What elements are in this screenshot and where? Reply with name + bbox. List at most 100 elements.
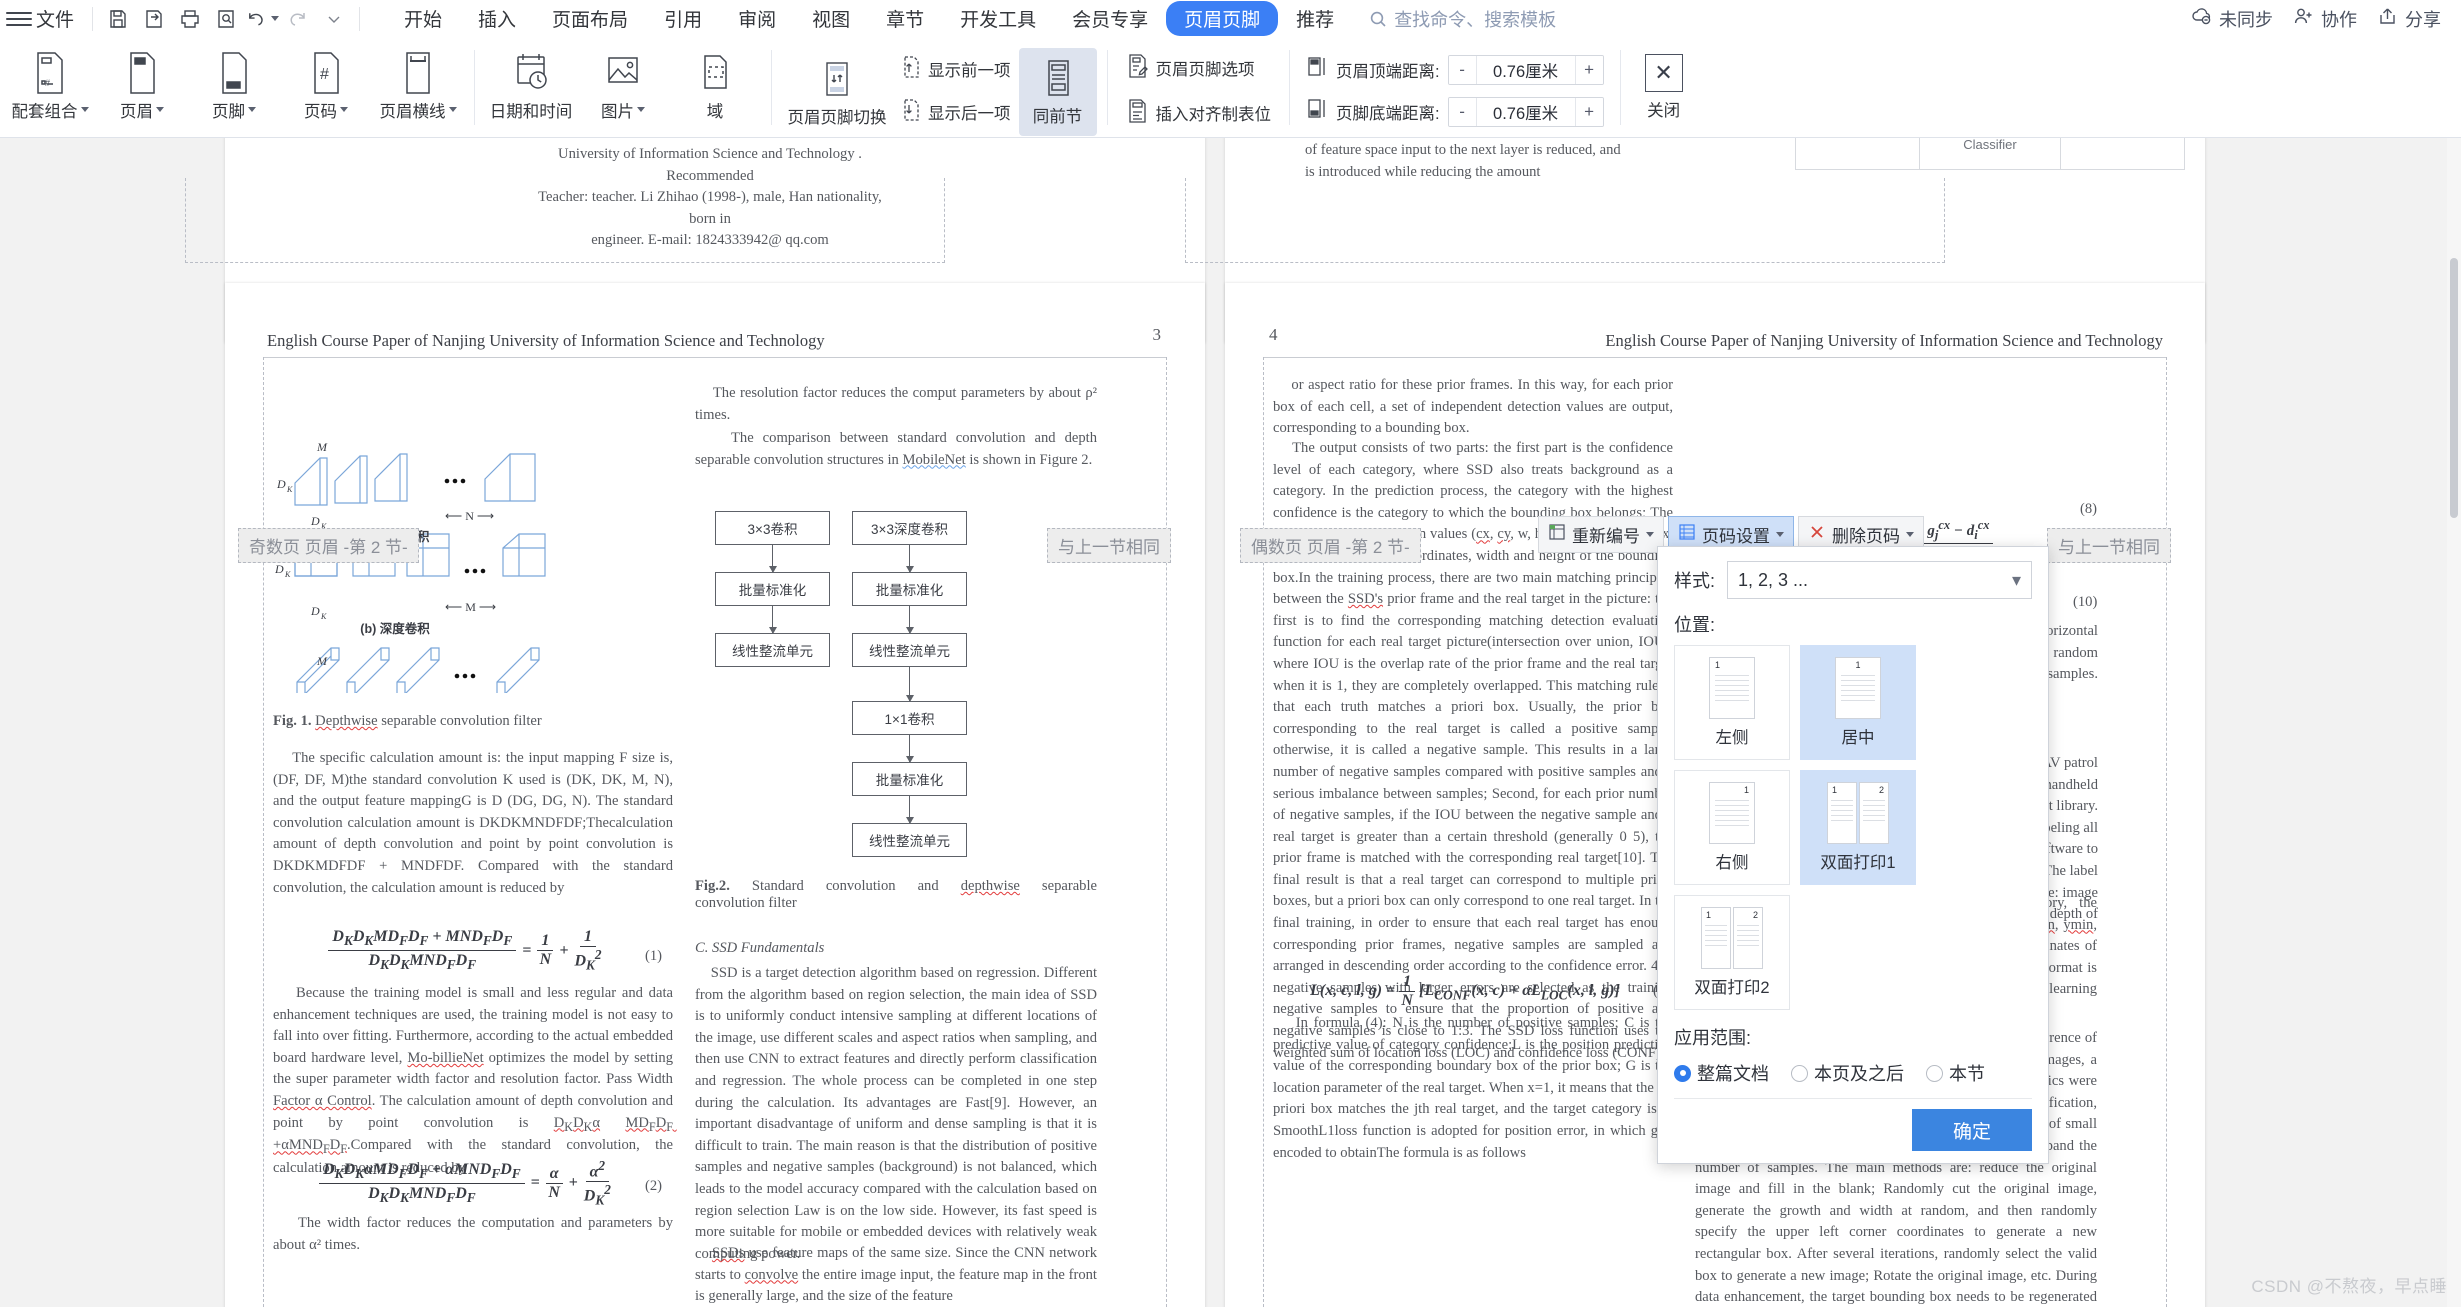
show-previous-button[interactable]: 显示前一项 <box>892 50 1019 89</box>
same-as-previous-button[interactable]: 同前节 <box>1018 48 1097 136</box>
spinner-decrease-1[interactable]: - <box>1448 97 1477 126</box>
figure-2-graphic: 3×3卷积 批量标准化 线性整流单元 3×3深度卷积 批量标准化 线性整流单元 … <box>695 503 1095 903</box>
tab-10[interactable]: 推荐 <box>1278 1 1352 36</box>
header-icon <box>122 48 162 98</box>
scope-label-2: 本节 <box>1949 1064 1985 1084</box>
print-icon[interactable] <box>173 5 207 33</box>
tab-0[interactable]: 开始 <box>386 1 460 36</box>
mini-page-preview: 1 <box>1835 657 1881 719</box>
tab-2[interactable]: 页面布局 <box>534 1 646 36</box>
header-footer-options-button[interactable]: 页眉页脚选项 <box>1118 48 1280 89</box>
date-time-icon <box>510 48 552 98</box>
field-icon <box>694 48 736 98</box>
figure-2-caption: Fig.2. Standard convolution and depthwis… <box>695 878 1098 911</box>
label-1: 协作 <box>2321 9 2357 30</box>
style-select[interactable]: 1, 2, 3 ... ▾ <box>1727 561 2032 599</box>
tag-even-header-section2[interactable]: 偶数页 页眉 -第 2 节- <box>1240 528 1421 563</box>
document-canvas[interactable]: University of Information Science and Te… <box>0 138 2461 1307</box>
fig2-box-l1: 3×3卷积 <box>715 511 830 545</box>
app-menu-icon[interactable] <box>6 11 32 26</box>
watermark: CSDN @不熬夜，早点睡 <box>2251 1277 2447 1296</box>
chevron-down-icon <box>1776 531 1784 537</box>
ribbon-button-field-label: 域 <box>706 103 724 121</box>
radio-icon[interactable] <box>1926 1064 1943 1082</box>
radio-icon[interactable] <box>1674 1064 1691 1082</box>
show-previous-icon <box>900 55 922 84</box>
spinner-value-0[interactable]: 0.76厘米 <box>1476 55 1575 84</box>
position-card-3[interactable]: 1 2 双面打印1 <box>1800 770 1916 885</box>
diagram-cell-classifier: Classifier <box>1963 138 2017 152</box>
spinner-1[interactable]: -0.76厘米 + <box>1447 96 1604 127</box>
ribbon-button-footer[interactable]: 页脚 <box>188 44 280 126</box>
switch-header-footer-button[interactable]: 页眉页脚切换 <box>782 50 892 132</box>
position-card-0[interactable]: 1 左侧 <box>1674 645 1790 760</box>
file-menu[interactable]: 文件 <box>36 5 74 32</box>
tab-1[interactable]: 插入 <box>460 1 534 36</box>
scope-option-2[interactable]: 本节 <box>1926 1060 1985 1086</box>
scope-option-1[interactable]: 本页及之后 <box>1791 1060 1904 1086</box>
show-next-button[interactable]: 显示后一项 <box>892 93 1019 132</box>
page-left-header-title: English Course Paper of Nanjing Universi… <box>267 331 825 350</box>
page-left[interactable]: English Course Paper of Nanjing Universi… <box>225 283 1205 1307</box>
tag-same-as-previous-right[interactable]: 与上一节相同 <box>2047 528 2171 563</box>
page-number-icon: # <box>306 48 346 98</box>
tag-odd-header-section2[interactable]: 奇数页 页眉 -第 2 节- <box>238 528 419 563</box>
ribbon-button-page-number[interactable]: # 页码 <box>280 44 372 126</box>
spinner-increase-0[interactable]: + <box>1574 55 1603 84</box>
pn-toolbar-button-0[interactable]: 重新编号 <box>1538 516 1664 553</box>
insert-align-tab-button[interactable]: 插入对齐制表位 <box>1118 93 1280 134</box>
ribbon-button-header-footer-combo-label: 配套组合 <box>11 103 78 121</box>
share-button[interactable]: 分享 <box>2377 6 2441 32</box>
search-commands[interactable]: 查找命令、搜索模板 <box>1368 6 1556 32</box>
page-right-header-title: English Course Paper of Nanjing Universi… <box>1605 331 2163 350</box>
tab-5[interactable]: 视图 <box>794 1 868 36</box>
spinner-value-1[interactable]: 0.76厘米 <box>1476 97 1575 126</box>
diagram-cell-1x1x1000: 1 × 1 × 1 000 <box>2061 138 2184 169</box>
print-preview-icon[interactable] <box>209 5 243 33</box>
scrollbar-thumb[interactable] <box>2450 258 2458 518</box>
undo-icon[interactable] <box>245 5 280 33</box>
label-2: 分享 <box>2405 9 2441 30</box>
radio-icon[interactable] <box>1791 1064 1808 1082</box>
insert-align-tab-icon <box>1126 98 1150 129</box>
tab-6[interactable]: 章节 <box>868 1 942 36</box>
vertical-scrollbar[interactable] <box>2447 138 2461 1307</box>
tab-8[interactable]: 会员专享 <box>1054 1 1166 36</box>
ribbon-group-insert: 日期和时间 图片 域 <box>485 38 761 137</box>
ribbon-button-date-time[interactable]: 日期和时间 <box>485 44 577 126</box>
spinner-decrease-0[interactable]: - <box>1448 55 1477 84</box>
ribbon-button-header-rule[interactable]: 页眉横线 <box>372 44 464 126</box>
collaborate-button[interactable]: 协作 <box>2293 6 2357 32</box>
mini-page-preview: 1 <box>1709 782 1755 844</box>
svg-text:D: D <box>275 562 284 576</box>
close-header-footer-button[interactable]: ✕ 关闭 <box>1631 38 1697 137</box>
cloud-sync-button[interactable]: 未同步 <box>2191 6 2273 32</box>
ok-button[interactable]: 确定 <box>1912 1109 2032 1151</box>
show-next-label: 显示后一项 <box>928 105 1011 123</box>
tab-7[interactable]: 开发工具 <box>942 1 1054 36</box>
spinner-increase-1[interactable]: + <box>1574 97 1603 126</box>
ribbon-button-header-footer-combo[interactable]: # 配套组合 <box>4 44 96 126</box>
equation-10-number: (10) <box>2073 594 2098 610</box>
position-card-4[interactable]: 1 2 双面打印2 <box>1674 895 1790 1010</box>
position-card-2[interactable]: 1 右侧 <box>1674 770 1790 885</box>
tag-same-as-previous-left[interactable]: 与上一节相同 <box>1047 528 1171 563</box>
redo-icon[interactable] <box>281 5 315 33</box>
header-footer-options-icon <box>1126 53 1150 84</box>
tab-4[interactable]: 审阅 <box>720 1 794 36</box>
save-as-icon[interactable] <box>137 5 171 33</box>
save-icon[interactable] <box>101 5 135 33</box>
chevron-down-icon <box>1906 531 1914 537</box>
spinner-0[interactable]: -0.76厘米 + <box>1447 54 1604 85</box>
customize-quick-access-icon[interactable] <box>317 5 351 33</box>
tab-9[interactable]: 页眉页脚 <box>1166 1 1279 36</box>
scope-option-0[interactable]: 整篇文档 <box>1674 1060 1769 1086</box>
header-top-distance-icon <box>1306 55 1328 84</box>
ribbon-button-picture[interactable]: 图片 <box>577 44 669 126</box>
ribbon-button-field[interactable]: 域 <box>669 44 761 126</box>
divider <box>1289 50 1290 125</box>
position-card-1[interactable]: 1 居中 <box>1800 645 1916 760</box>
label-0: 未同步 <box>2219 9 2273 30</box>
tab-3[interactable]: 引用 <box>646 1 720 36</box>
ribbon-button-header[interactable]: 页眉 <box>96 44 188 126</box>
